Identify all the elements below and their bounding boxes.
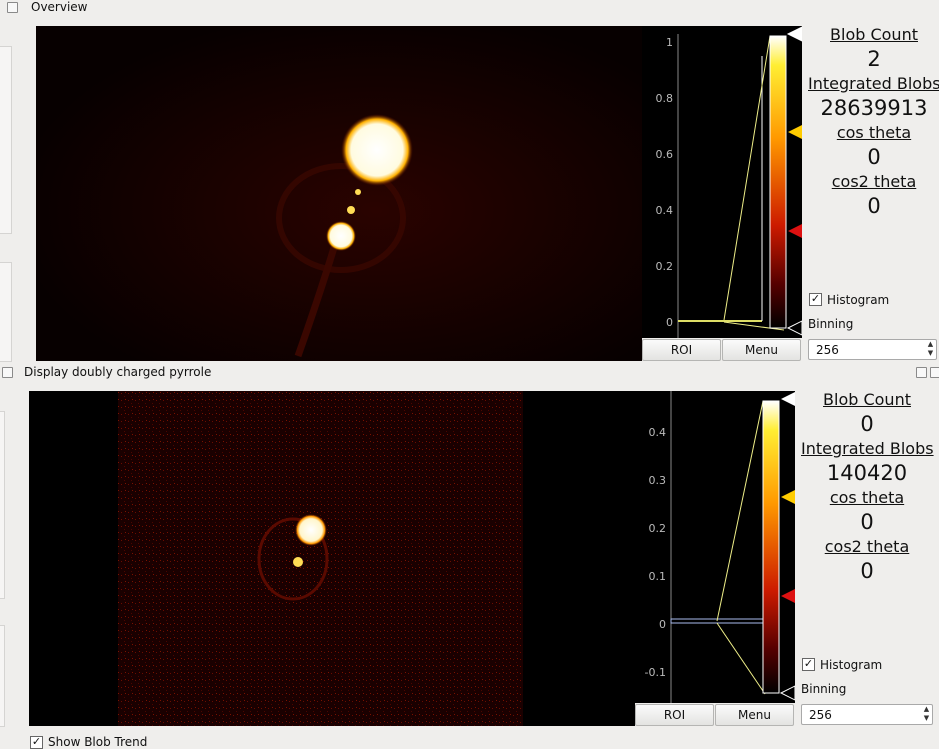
axis-tick: 0.8 [656, 92, 674, 105]
axis-tick: 0.3 [649, 474, 667, 487]
cos2-theta-value: 0 [867, 194, 881, 218]
histogram-plot: 0.4 0.3 0.2 0.1 0 -0.1 [645, 391, 795, 703]
axis-tick: 0.1 [649, 570, 667, 583]
histogram-widget[interactable]: 1 0.8 0.6 0.4 0.2 0 [642, 26, 802, 338]
blob-count-value: 0 [860, 412, 874, 436]
roi-button[interactable]: ROI [635, 704, 714, 726]
cos-theta-label: cos theta [829, 488, 905, 507]
float-dock-icon[interactable] [7, 2, 18, 13]
cos2-theta-value: 0 [860, 559, 874, 583]
axis-tick: 0 [666, 316, 673, 329]
cos2-theta-label: cos2 theta [831, 172, 917, 191]
integrated-blobs-label: Integrated Blobs [808, 74, 939, 93]
axis-tick: 0.2 [656, 260, 674, 273]
axis-tick: 0.2 [649, 522, 667, 535]
menu-button[interactable]: Menu [722, 339, 801, 361]
binning-spinbox[interactable]: 256 ▲ ▼ [808, 339, 937, 360]
close-dock-icon[interactable] [930, 367, 939, 378]
integrated-blobs-value: 140420 [826, 461, 908, 485]
axis-tick: -0.1 [645, 666, 666, 679]
blob-count-label: Blob Count [823, 390, 911, 409]
blob-count-value: 2 [867, 47, 881, 71]
axis-tick: 0 [659, 618, 666, 631]
stats-panel: Blob Count 0 Integrated Blobs 140420 cos… [801, 390, 934, 583]
stats-panel: Blob Count 2 Integrated Blobs 28639913 c… [808, 25, 939, 218]
axis-tick: 0.6 [656, 148, 674, 161]
float-dock-icon[interactable] [916, 367, 927, 378]
histogram-plot: 1 0.8 0.6 0.4 0.2 0 [656, 26, 802, 338]
binning-value: 256 [816, 342, 839, 357]
menu-button[interactable]: Menu [715, 704, 794, 726]
left-side-panel [0, 262, 12, 362]
left-side-panel [0, 46, 12, 234]
left-side-panel [0, 625, 5, 727]
binning-label: Binning [808, 317, 854, 331]
histogram-checkbox[interactable]: ✓ [802, 658, 815, 671]
show-blob-trend-label: Show Blob Trend [48, 735, 148, 749]
roi-button[interactable]: ROI [642, 339, 721, 361]
spin-arrows-icon[interactable]: ▲ ▼ [921, 705, 932, 724]
cos-theta-label: cos theta [836, 123, 912, 142]
histogram-checkbox[interactable]: ✓ [809, 293, 822, 306]
show-blob-trend-checkbox[interactable]: ✓ [30, 736, 43, 749]
dock-title-overview: Overview [31, 0, 88, 14]
integrated-blobs-value: 28639913 [820, 96, 928, 120]
binning-spinbox[interactable]: 256 ▲ ▼ [801, 704, 933, 725]
blob-count-label: Blob Count [830, 25, 918, 44]
histogram-checkbox-label: Histogram [827, 293, 890, 307]
spin-arrows-icon[interactable]: ▲ ▼ [925, 340, 936, 359]
axis-tick: 1 [666, 36, 673, 49]
dock-title-pyrrole: Display doubly charged pyrrole [24, 365, 212, 379]
detector-image-canvas [29, 391, 635, 726]
left-side-panel [0, 411, 5, 599]
cos-theta-value: 0 [860, 510, 874, 534]
cos-theta-value: 0 [867, 145, 881, 169]
binning-label: Binning [801, 682, 847, 696]
integrated-blobs-label: Integrated Blobs [801, 439, 934, 458]
detector-image[interactable] [29, 391, 635, 726]
binning-value: 256 [809, 707, 832, 722]
detector-image-canvas [36, 26, 642, 361]
cos2-theta-label: cos2 theta [824, 537, 910, 556]
axis-tick: 0.4 [656, 204, 674, 217]
histogram-checkbox-label: Histogram [820, 658, 883, 672]
axis-tick: 0.4 [649, 426, 667, 439]
float-dock-icon[interactable] [2, 367, 13, 378]
detector-image[interactable] [36, 26, 642, 361]
histogram-widget[interactable]: 0.4 0.3 0.2 0.1 0 -0.1 [635, 391, 795, 703]
